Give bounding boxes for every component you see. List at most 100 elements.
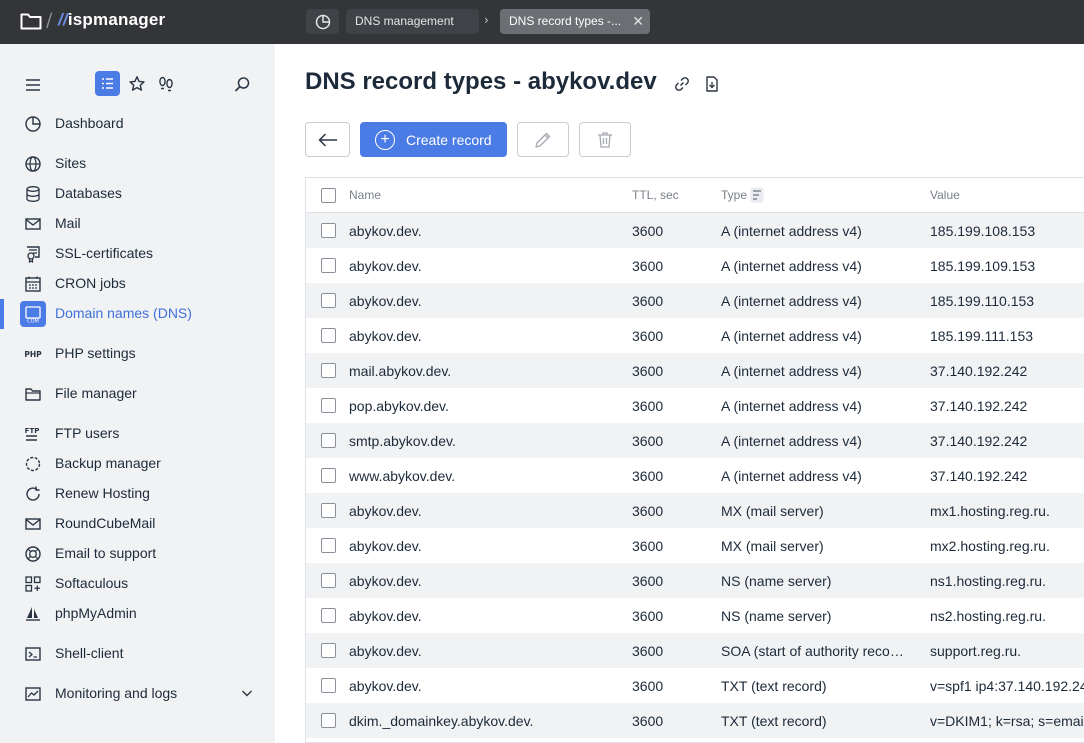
menu-icon[interactable] xyxy=(22,74,44,96)
sidebar-item-mail[interactable]: Mail xyxy=(0,211,275,237)
table-row[interactable]: abykov.dev. 3600 NS (name server) ns1.hosti… xyxy=(306,563,1084,598)
sidebar-item-label: Dashboard xyxy=(55,115,124,131)
cell-name: abykov.dev. xyxy=(349,643,422,659)
sidebar-item-backup-manager[interactable]: Backup manager xyxy=(0,451,275,477)
tab-dns-record-types[interactable]: DNS record types -... ✕ xyxy=(500,9,650,34)
sidebar-item-file-manager[interactable]: File manager xyxy=(0,381,275,407)
row-checkbox[interactable] xyxy=(321,223,336,238)
folder-logo-icon[interactable] xyxy=(20,11,42,31)
cell-value: 37.140.192.242 xyxy=(930,398,1028,414)
table-row[interactable]: abykov.dev. 3600 MX (mail server) mx1.hosti… xyxy=(306,493,1084,528)
delete-button[interactable] xyxy=(579,122,631,157)
column-header-name[interactable]: Name xyxy=(349,188,381,202)
cell-ttl: 3600 xyxy=(632,503,664,519)
sidebar-item-label: FTP users xyxy=(55,425,120,441)
row-checkbox[interactable] xyxy=(321,328,336,343)
ftp-icon: FTP xyxy=(23,424,43,444)
footprints-icon[interactable] xyxy=(155,73,177,95)
star-icon[interactable] xyxy=(126,73,148,95)
sidebar-item-phpmyadmin[interactable]: phpMyAdmin xyxy=(0,601,275,627)
row-checkbox[interactable] xyxy=(321,503,336,518)
cell-name: abykov.dev. xyxy=(349,678,422,694)
table-row[interactable]: abykov.dev. 3600 SOA (start of authority r… xyxy=(306,633,1084,668)
sidebar-item-domain-names-dns[interactable]: COM Domain names (DNS) xyxy=(0,299,275,329)
cell-ttl: 3600 xyxy=(632,468,664,484)
close-icon[interactable]: ✕ xyxy=(632,9,644,34)
table-row[interactable]: dkim._domainkey.abykov.dev. 3600 TXT (text… xyxy=(306,703,1084,738)
search-icon[interactable] xyxy=(231,73,253,95)
cell-type: SOA (start of authority reco… xyxy=(721,643,904,659)
create-record-button[interactable]: + Create record xyxy=(360,122,507,157)
cell-ttl: 3600 xyxy=(632,363,664,379)
sidebar-item-sites[interactable]: Sites xyxy=(0,151,275,177)
row-checkbox[interactable] xyxy=(321,258,336,273)
column-header-value[interactable]: Value xyxy=(930,188,960,202)
certificate-icon xyxy=(23,244,43,264)
sidebar-item-php-settings[interactable]: PHP PHP settings xyxy=(0,341,275,367)
row-checkbox[interactable] xyxy=(321,608,336,623)
row-checkbox[interactable] xyxy=(321,678,336,693)
table-row[interactable]: pop.abykov.dev. 3600 A (internet address v… xyxy=(306,388,1084,423)
cell-ttl: 3600 xyxy=(632,223,664,239)
cell-name: abykov.dev. xyxy=(349,538,422,554)
cell-value: 185.199.108.153 xyxy=(930,223,1036,239)
table-row[interactable]: abykov.dev. 3600 A (internet address v4) 18… xyxy=(306,213,1084,248)
cell-ttl: 3600 xyxy=(632,573,664,589)
edit-button[interactable] xyxy=(517,122,569,157)
cell-name: pop.abykov.dev. xyxy=(349,398,449,414)
sidebar-item-monitoring-and-logs[interactable]: Monitoring and logs xyxy=(0,681,275,707)
cell-type: A (internet address v4) xyxy=(721,363,862,379)
table-row[interactable]: abykov.dev. 3600 A (internet address v4) 18… xyxy=(306,283,1084,318)
link-icon[interactable] xyxy=(673,75,691,93)
sidebar-item-ssl-certificates[interactable]: SSL-certificates xyxy=(0,241,275,267)
table-row[interactable]: abykov.dev. 3600 MX (mail server) mx2.hosti… xyxy=(306,528,1084,563)
tab-dashboard[interactable] xyxy=(306,9,339,34)
arrow-left-icon xyxy=(317,132,337,147)
table-row[interactable]: www.abykov.dev. 3600 A (internet address v… xyxy=(306,458,1084,493)
table-row[interactable]: mail.abykov.dev. 3600 A (internet address … xyxy=(306,353,1084,388)
row-checkbox[interactable] xyxy=(321,363,336,378)
table-row[interactable]: abykov.dev. 3600 A (internet address v4) 18… xyxy=(306,318,1084,353)
sidebar-item-softaculous[interactable]: Softaculous xyxy=(0,571,275,597)
cell-value: 185.199.109.153 xyxy=(930,258,1036,274)
sort-icon[interactable] xyxy=(750,187,764,203)
select-all-checkbox[interactable] xyxy=(321,188,336,203)
download-icon[interactable] xyxy=(703,75,721,93)
sidebar-item-roundcubemail[interactable]: RoundCubeMail xyxy=(0,511,275,537)
row-checkbox[interactable] xyxy=(321,573,336,588)
row-checkbox[interactable] xyxy=(321,293,336,308)
cell-name: www.abykov.dev. xyxy=(349,468,456,484)
sidebar-item-renew-hosting[interactable]: Renew Hosting xyxy=(0,481,275,507)
app-logo[interactable]: //ispmanager xyxy=(58,10,165,30)
column-header-ttl[interactable]: TTL, sec xyxy=(632,188,679,202)
back-button[interactable] xyxy=(305,122,350,157)
sidebar-item-shell-client[interactable]: Shell-client xyxy=(0,641,275,667)
column-header-type[interactable]: Type xyxy=(721,188,747,202)
cell-value: 37.140.192.242 xyxy=(930,433,1028,449)
chevron-down-icon[interactable] xyxy=(240,686,254,700)
sidebar-item-dashboard[interactable]: Dashboard xyxy=(0,111,275,137)
table-row[interactable]: abykov.dev. 3600 NS (name server) ns2.hosti… xyxy=(306,598,1084,633)
trash-icon xyxy=(598,131,612,148)
row-checkbox[interactable] xyxy=(321,433,336,448)
sidebar-item-label: Domain names (DNS) xyxy=(55,305,192,321)
row-checkbox[interactable] xyxy=(321,643,336,658)
sidebar-item-email-to-support[interactable]: Email to support xyxy=(0,541,275,567)
table-row[interactable]: smtp.abykov.dev. 3600 A (internet address … xyxy=(306,423,1084,458)
table-row[interactable]: abykov.dev. 3600 TXT (text record) v=spf1 i… xyxy=(306,668,1084,703)
sidebar-item-databases[interactable]: Databases xyxy=(0,181,275,207)
row-checkbox[interactable] xyxy=(321,538,336,553)
row-checkbox[interactable] xyxy=(321,713,336,728)
tab-dns-management[interactable]: DNS management xyxy=(346,9,479,34)
globe-icon xyxy=(23,154,43,174)
cell-ttl: 3600 xyxy=(632,678,664,694)
sidebar-item-ftp-users[interactable]: FTP FTP users xyxy=(0,421,275,447)
cell-type: A (internet address v4) xyxy=(721,258,862,274)
table-row[interactable]: abykov.dev. 3600 A (internet address v4) 18… xyxy=(306,248,1084,283)
row-checkbox[interactable] xyxy=(321,398,336,413)
cell-ttl: 3600 xyxy=(632,608,664,624)
sidebar-item-label: PHP settings xyxy=(55,345,136,361)
sidebar-item-cron-jobs[interactable]: CRON jobs xyxy=(0,271,275,297)
row-checkbox[interactable] xyxy=(321,468,336,483)
list-view-icon[interactable] xyxy=(95,71,120,96)
